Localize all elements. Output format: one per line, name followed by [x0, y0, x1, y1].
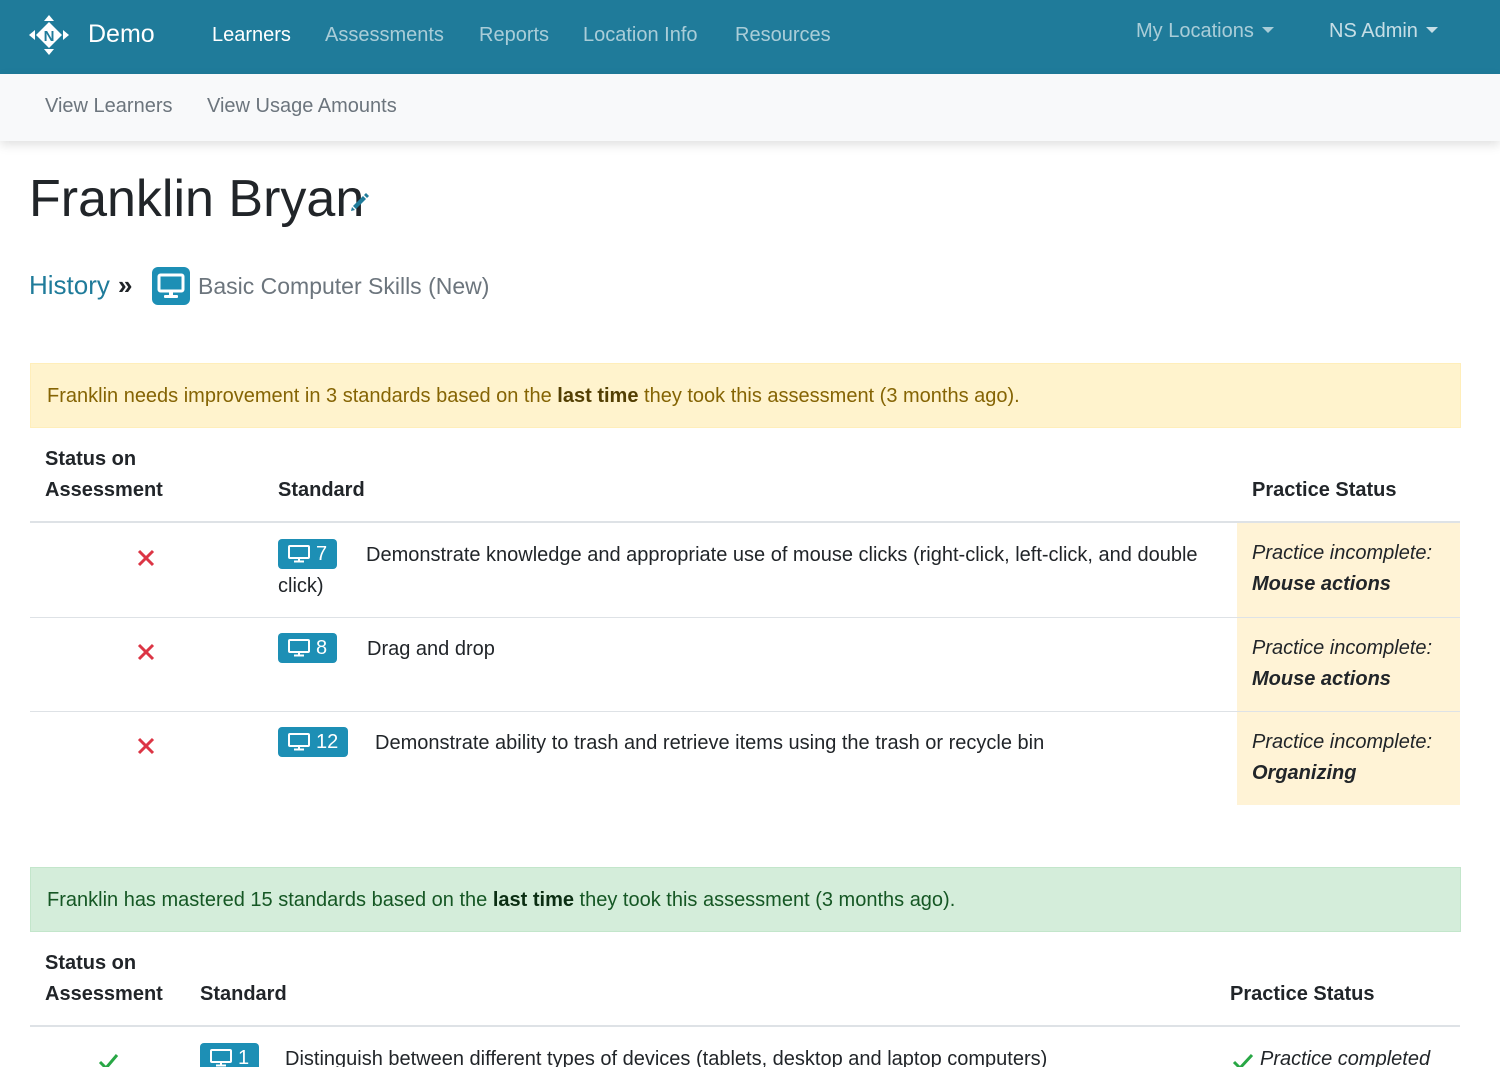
brand-name[interactable]: Demo	[88, 19, 155, 49]
table-header-divider	[30, 1025, 1460, 1027]
subnav-view-usage-amounts[interactable]: View Usage Amounts	[207, 93, 397, 119]
standard-number: 8	[316, 637, 328, 659]
breadcrumb-separator: »	[118, 270, 133, 300]
nav-location-info[interactable]: Location Info	[583, 22, 698, 48]
standard-badge[interactable]: 8	[278, 633, 338, 663]
header-status-line2: Assessment	[45, 479, 163, 501]
practice-completed-text: Practice completed	[1260, 1048, 1431, 1067]
check-icon	[98, 1054, 119, 1067]
caret-down-icon	[1425, 27, 1438, 33]
practice-topic[interactable]: Mouse actions	[1252, 664, 1460, 695]
sub-navbar: View Learners View Usage Amounts	[0, 74, 1500, 141]
monitor-icon	[288, 733, 310, 751]
practice-status-cell: Practice incomplete: Mouse actions	[1237, 523, 1460, 617]
nav-reports[interactable]: Reports	[479, 22, 549, 48]
standard-text: Distinguish between different types of d…	[285, 1048, 1048, 1067]
standard-badge[interactable]: 12	[278, 727, 349, 757]
breadcrumb-history-link[interactable]: History	[29, 269, 110, 301]
header-practice-status: Practice Status	[1230, 983, 1375, 1005]
header-status-line2: Assessment	[45, 983, 163, 1005]
breadcrumb-current: Basic Computer Skills (New)	[198, 273, 490, 299]
alert-text-after: they took this assessment (3 months ago)…	[573, 889, 956, 911]
x-icon	[137, 737, 155, 755]
x-icon	[137, 643, 155, 661]
needs-improvement-alert: Franklin needs improvement in 3 standard…	[30, 363, 1461, 428]
alert-text-after: they took this assessment (3 months ago)…	[638, 385, 1020, 407]
header-status-line1: Status on	[45, 952, 137, 974]
nav-resources[interactable]: Resources	[735, 22, 831, 48]
svg-text:N: N	[44, 28, 55, 45]
practice-prefix: Practice incomplete:	[1252, 637, 1433, 659]
header-status-on-assessment: Status on Assessment	[45, 948, 163, 1010]
standard-text: Drag and drop	[367, 638, 495, 660]
practice-topic[interactable]: Mouse actions	[1252, 569, 1460, 600]
page-title: Franklin Bryan	[29, 170, 365, 228]
my-locations-dropdown[interactable]: My Locations	[1136, 18, 1274, 44]
nav-learners[interactable]: Learners	[212, 22, 291, 48]
practice-prefix: Practice incomplete:	[1252, 731, 1433, 753]
monitor-icon	[152, 267, 190, 305]
header-status-line1: Status on	[45, 448, 137, 470]
header-standard: Standard	[278, 479, 365, 501]
standard-number: 12	[316, 731, 339, 753]
top-navbar: N Demo Learners Assessments Reports Loca…	[0, 0, 1500, 74]
user-label: NS Admin	[1329, 20, 1418, 42]
practice-prefix: Practice incomplete:	[1252, 542, 1433, 564]
caret-down-icon	[1261, 27, 1274, 33]
nav-assessments[interactable]: Assessments	[325, 22, 444, 48]
standard-badge[interactable]: 1	[200, 1043, 260, 1067]
monitor-icon	[288, 639, 310, 657]
alert-text-bold: last time	[492, 889, 574, 911]
standard-text: Demonstrate ability to trash and retriev…	[375, 732, 1045, 754]
check-icon	[1232, 1053, 1254, 1067]
standard-text: Demonstrate knowledge and appropriate us…	[278, 544, 1198, 597]
pencil-icon[interactable]	[350, 192, 370, 212]
header-status-on-assessment: Status on Assessment	[45, 444, 163, 506]
subnav-view-learners[interactable]: View Learners	[45, 93, 172, 119]
alert-text-before: Franklin has mastered 15 standards based…	[47, 889, 493, 911]
x-icon	[137, 549, 155, 567]
logo-icon[interactable]: N	[28, 14, 70, 56]
practice-status-cell: Practice incomplete: Mouse actions	[1237, 618, 1460, 712]
practice-topic[interactable]: Organizing	[1252, 758, 1460, 789]
alert-text-bold: last time	[557, 385, 639, 407]
mastered-alert: Franklin has mastered 15 standards based…	[30, 867, 1461, 932]
header-standard: Standard	[200, 983, 287, 1005]
user-dropdown[interactable]: NS Admin	[1329, 18, 1438, 44]
my-locations-label: My Locations	[1136, 20, 1254, 42]
standard-number: 1	[238, 1047, 250, 1067]
alert-text-before: Franklin needs improvement in 3 standard…	[47, 385, 558, 407]
practice-status-cell: Practice incomplete: Organizing	[1237, 712, 1460, 805]
header-practice-status: Practice Status	[1252, 479, 1397, 501]
monitor-icon	[210, 1049, 232, 1067]
